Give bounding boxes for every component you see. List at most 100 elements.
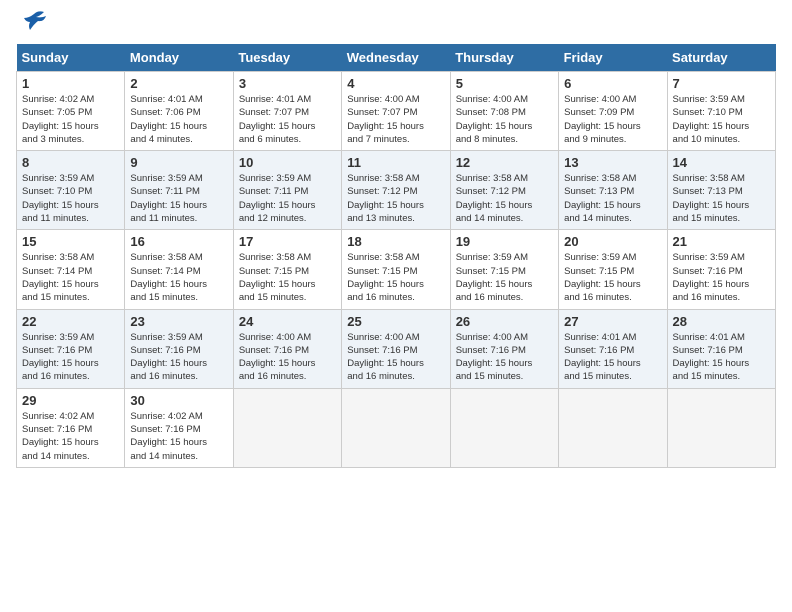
day-number: 15	[22, 234, 119, 249]
day-number: 13	[564, 155, 661, 170]
day-number: 5	[456, 76, 553, 91]
col-header-saturday: Saturday	[667, 44, 775, 72]
day-number: 9	[130, 155, 227, 170]
day-info: Sunrise: 3:58 AMSunset: 7:13 PMDaylight:…	[564, 172, 661, 225]
calendar-cell: 6 Sunrise: 4:00 AMSunset: 7:09 PMDaylight…	[559, 72, 667, 151]
calendar-cell: 26 Sunrise: 4:00 AMSunset: 7:16 PMDayligh…	[450, 309, 558, 388]
day-info: Sunrise: 3:58 AMSunset: 7:12 PMDaylight:…	[347, 172, 444, 225]
day-info: Sunrise: 3:59 AMSunset: 7:15 PMDaylight:…	[456, 251, 553, 304]
day-number: 17	[239, 234, 336, 249]
calendar-week-1: 1Sunrise: 4:02 AMSunset: 7:05 PMDaylight…	[17, 72, 776, 151]
header	[16, 16, 776, 36]
calendar-table: SundayMondayTuesdayWednesdayThursdayFrid…	[16, 44, 776, 468]
col-header-tuesday: Tuesday	[233, 44, 341, 72]
calendar-cell: 2Sunrise: 4:01 AMSunset: 7:06 PMDaylight…	[125, 72, 233, 151]
day-info: Sunrise: 3:58 AMSunset: 7:15 PMDaylight:…	[239, 251, 336, 304]
col-header-friday: Friday	[559, 44, 667, 72]
day-number: 12	[456, 155, 553, 170]
day-number: 23	[130, 314, 227, 329]
day-number: 22	[22, 314, 119, 329]
calendar-cell: 25Sunrise: 4:00 AMSunset: 7:16 PMDayligh…	[342, 309, 450, 388]
day-info: Sunrise: 3:59 AMSunset: 7:10 PMDaylight:…	[673, 93, 770, 146]
day-number: 27	[564, 314, 661, 329]
calendar-cell	[450, 388, 558, 467]
logo-bird-icon	[20, 8, 48, 36]
day-info: Sunrise: 3:58 AMSunset: 7:14 PMDaylight:…	[130, 251, 227, 304]
calendar-cell: 15Sunrise: 3:58 AMSunset: 7:14 PMDayligh…	[17, 230, 125, 309]
day-info: Sunrise: 3:59 AMSunset: 7:16 PMDaylight:…	[22, 331, 119, 384]
calendar-header-row: SundayMondayTuesdayWednesdayThursdayFrid…	[17, 44, 776, 72]
day-number: 1	[22, 76, 119, 91]
calendar-cell: 8 Sunrise: 3:59 AMSunset: 7:10 PMDaylight…	[17, 151, 125, 230]
calendar-cell: 9 Sunrise: 3:59 AMSunset: 7:11 PMDaylight…	[125, 151, 233, 230]
day-number: 19	[456, 234, 553, 249]
day-number: 10	[239, 155, 336, 170]
calendar-cell: 4 Sunrise: 4:00 AMSunset: 7:07 PMDaylight…	[342, 72, 450, 151]
day-info: Sunrise: 3:59 AMSunset: 7:10 PMDaylight:…	[22, 172, 119, 225]
day-number: 8	[22, 155, 119, 170]
calendar-cell	[559, 388, 667, 467]
day-info: Sunrise: 3:59 AMSunset: 7:16 PMDaylight:…	[130, 331, 227, 384]
day-number: 18	[347, 234, 444, 249]
calendar-cell: 19 Sunrise: 3:59 AMSunset: 7:15 PMDayligh…	[450, 230, 558, 309]
day-info: Sunrise: 4:01 AMSunset: 7:16 PMDaylight:…	[564, 331, 661, 384]
day-info: Sunrise: 4:02 AMSunset: 7:16 PMDaylight:…	[130, 410, 227, 463]
calendar-week-2: 8 Sunrise: 3:59 AMSunset: 7:10 PMDaylight…	[17, 151, 776, 230]
day-info: Sunrise: 4:00 AMSunset: 7:16 PMDaylight:…	[347, 331, 444, 384]
calendar-cell: 24 Sunrise: 4:00 AMSunset: 7:16 PMDayligh…	[233, 309, 341, 388]
day-info: Sunrise: 4:00 AMSunset: 7:09 PMDaylight:…	[564, 93, 661, 146]
day-info: Sunrise: 4:00 AMSunset: 7:08 PMDaylight:…	[456, 93, 553, 146]
day-number: 6	[564, 76, 661, 91]
day-number: 24	[239, 314, 336, 329]
day-info: Sunrise: 4:00 AMSunset: 7:16 PMDaylight:…	[239, 331, 336, 384]
day-info: Sunrise: 4:00 AMSunset: 7:16 PMDaylight:…	[456, 331, 553, 384]
day-number: 14	[673, 155, 770, 170]
day-info: Sunrise: 3:58 AMSunset: 7:12 PMDaylight:…	[456, 172, 553, 225]
calendar-week-3: 15 Sunrise: 3:58 AMSunset: 7:14 PMDayligh…	[17, 230, 776, 309]
calendar-cell: 23 Sunrise: 3:59 AMSunset: 7:16 PMDayligh…	[125, 309, 233, 388]
col-header-monday: Monday	[125, 44, 233, 72]
calendar-cell: 1Sunrise: 4:02 AMSunset: 7:05 PMDaylight…	[17, 72, 125, 151]
calendar-cell: 14 Sunrise: 3:58 AMSunset: 7:13 PMDayligh…	[667, 151, 775, 230]
calendar-cell: 22 Sunrise: 3:59 AMSunset: 7:16 PMDayligh…	[17, 309, 125, 388]
calendar-week-5: 29 Sunrise: 4:02 AMSunset: 7:16 PMDayligh…	[17, 388, 776, 467]
calendar-cell: 30 Sunrise: 4:02 AMSunset: 7:16 PMDayligh…	[125, 388, 233, 467]
calendar-cell: 27 Sunrise: 4:01 AMSunset: 7:16 PMDayligh…	[559, 309, 667, 388]
calendar-cell: 20 Sunrise: 3:59 AMSunset: 7:15 PMDayligh…	[559, 230, 667, 309]
col-header-wednesday: Wednesday	[342, 44, 450, 72]
day-info: Sunrise: 4:01 AMSunset: 7:16 PMDaylight:…	[673, 331, 770, 384]
calendar-cell: 18Sunrise: 3:58 AMSunset: 7:15 PMDayligh…	[342, 230, 450, 309]
calendar-cell: 17 Sunrise: 3:58 AMSunset: 7:15 PMDayligh…	[233, 230, 341, 309]
calendar-cell: 29 Sunrise: 4:02 AMSunset: 7:16 PMDayligh…	[17, 388, 125, 467]
day-number: 7	[673, 76, 770, 91]
day-info: Sunrise: 3:58 AMSunset: 7:13 PMDaylight:…	[673, 172, 770, 225]
day-number: 11	[347, 155, 444, 170]
day-info: Sunrise: 3:59 AMSunset: 7:11 PMDaylight:…	[130, 172, 227, 225]
calendar-cell: 13 Sunrise: 3:58 AMSunset: 7:13 PMDayligh…	[559, 151, 667, 230]
calendar-cell	[667, 388, 775, 467]
day-info: Sunrise: 4:02 AMSunset: 7:16 PMDaylight:…	[22, 410, 119, 463]
calendar-cell: 21Sunrise: 3:59 AMSunset: 7:16 PMDayligh…	[667, 230, 775, 309]
calendar-cell: 16Sunrise: 3:58 AMSunset: 7:14 PMDayligh…	[125, 230, 233, 309]
calendar-cell: 7 Sunrise: 3:59 AMSunset: 7:10 PMDaylight…	[667, 72, 775, 151]
day-info: Sunrise: 4:00 AMSunset: 7:07 PMDaylight:…	[347, 93, 444, 146]
calendar-cell: 5 Sunrise: 4:00 AMSunset: 7:08 PMDaylight…	[450, 72, 558, 151]
col-header-thursday: Thursday	[450, 44, 558, 72]
day-number: 4	[347, 76, 444, 91]
day-number: 30	[130, 393, 227, 408]
calendar-cell: 28 Sunrise: 4:01 AMSunset: 7:16 PMDayligh…	[667, 309, 775, 388]
calendar-cell: 3 Sunrise: 4:01 AMSunset: 7:07 PMDaylight…	[233, 72, 341, 151]
calendar-cell	[342, 388, 450, 467]
col-header-sunday: Sunday	[17, 44, 125, 72]
day-number: 26	[456, 314, 553, 329]
day-number: 29	[22, 393, 119, 408]
calendar-cell: 11 Sunrise: 3:58 AMSunset: 7:12 PMDayligh…	[342, 151, 450, 230]
day-info: Sunrise: 3:59 AMSunset: 7:15 PMDaylight:…	[564, 251, 661, 304]
calendar-cell: 10Sunrise: 3:59 AMSunset: 7:11 PMDayligh…	[233, 151, 341, 230]
day-number: 28	[673, 314, 770, 329]
day-number: 20	[564, 234, 661, 249]
calendar-week-4: 22 Sunrise: 3:59 AMSunset: 7:16 PMDayligh…	[17, 309, 776, 388]
day-info: Sunrise: 4:01 AMSunset: 7:07 PMDaylight:…	[239, 93, 336, 146]
day-number: 2	[130, 76, 227, 91]
day-number: 3	[239, 76, 336, 91]
